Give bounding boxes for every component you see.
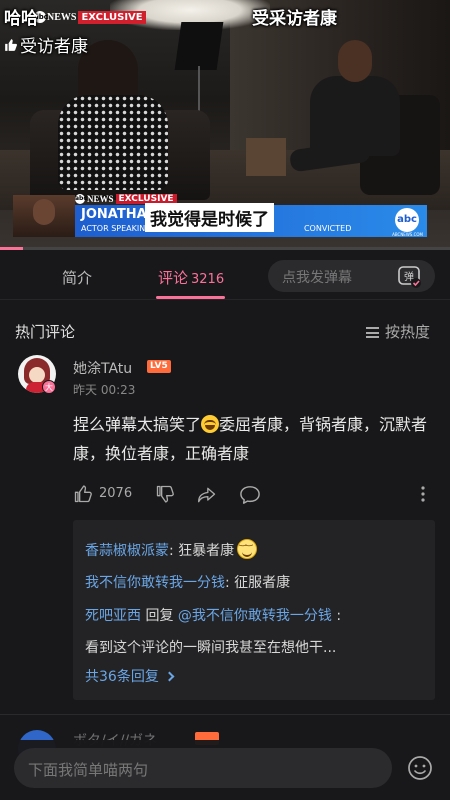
emoji-icon[interactable]: [406, 754, 434, 782]
video-progress-bar[interactable]: [0, 247, 450, 250]
reply-mention[interactable]: @我不信你敢转我一分钱: [178, 608, 332, 624]
chevron-right-icon: [164, 671, 175, 682]
reply-item[interactable]: 香蒜椒椒派蒙: 狂暴者康: [85, 537, 258, 560]
active-tab-indicator: [156, 296, 225, 299]
comment-bottom-bar: 下面我简单喵两句: [0, 740, 450, 800]
abc-url: ABCNEWS.COM: [392, 232, 423, 237]
danmaku-top-right: 受采访者康: [252, 9, 337, 29]
comment-actions: 2076: [73, 482, 438, 508]
more-options-icon[interactable]: [415, 484, 431, 504]
comment-time: 昨天 00:23: [73, 383, 136, 397]
danmaku-toggle-icon[interactable]: 弹: [396, 263, 422, 289]
reply-username[interactable]: 死吧亚西: [85, 608, 141, 624]
side-table: [246, 138, 286, 176]
reply-item[interactable]: 我不信你敢转我一分钱: 征服者康: [85, 572, 290, 592]
danmaku-top-left: 哈哈: [4, 9, 38, 29]
hot-comments-title: 热门评论: [15, 323, 76, 341]
tab-comments[interactable]: 评论 3216: [158, 267, 224, 288]
video-player[interactable]: abc NEWS EXCLUSIVE 哈哈 受采访者康 受访者康 abc NEW…: [0, 0, 450, 250]
interviewee-figure: [288, 40, 400, 200]
view-more-replies-link[interactable]: 共36条回复: [85, 666, 175, 686]
vip-badge: 大: [42, 380, 56, 394]
comment-text: 捏么弹幕太搞笑了 委屈者康，背锅者康，沉默者康，换位者康，正确者康: [73, 415, 428, 463]
level-badge: LV5: [147, 360, 171, 373]
abc-news-exclusive-logo: abc NEWS EXCLUSIVE: [34, 9, 146, 25]
like-icon[interactable]: [73, 484, 93, 504]
danmaku-line: 受访者康: [4, 32, 88, 57]
like-count: 2076: [99, 486, 133, 501]
reply-item-continued: 看到这个评论的一瞬间我甚至在想他干...: [85, 640, 337, 656]
abc-logo: abc: [395, 208, 419, 232]
danmaku-input[interactable]: 点我发弹幕 弹: [268, 260, 435, 292]
comment-input[interactable]: 下面我简单喵两句: [14, 748, 392, 788]
reply-item[interactable]: 死吧亚西 回复 @我不信你敢转我一分钱 :: [85, 605, 341, 625]
lower-third-photo: [13, 195, 75, 237]
interviewer-figure: [48, 40, 168, 190]
dislike-icon[interactable]: [155, 484, 175, 504]
tab-intro[interactable]: 简介: [62, 267, 92, 288]
progress-fill: [0, 247, 23, 250]
softbox-light: [174, 22, 224, 70]
smile-emoji-icon: [237, 537, 258, 559]
video-subtitle: 我觉得是时候了: [145, 203, 274, 232]
share-icon[interactable]: [197, 485, 217, 505]
comment-divider: [0, 714, 450, 715]
sort-by-hot-button[interactable]: 按热度: [366, 321, 430, 342]
reply-username[interactable]: 香蒜椒椒派蒙: [85, 543, 169, 559]
comments-count: 3216: [191, 272, 225, 287]
reply-username[interactable]: 我不信你敢转我一分钱: [85, 575, 225, 591]
tab-bar: 简介 评论 3216 点我发弹幕 弹: [0, 252, 450, 300]
laughing-emoji-icon: [201, 415, 220, 433]
comment-username[interactable]: 她涂TAtu: [73, 358, 132, 378]
sort-icon: [366, 327, 379, 338]
thumbs-up-icon: [4, 37, 18, 57]
hot-comments-header: 热门评论 按热度: [0, 300, 450, 350]
reply-icon[interactable]: [239, 485, 261, 505]
replies-box[interactable]: 香蒜椒椒派蒙: 狂暴者康 我不信你敢转我一分钱: 征服者康 死吧亚西 回复 @我…: [73, 520, 435, 700]
